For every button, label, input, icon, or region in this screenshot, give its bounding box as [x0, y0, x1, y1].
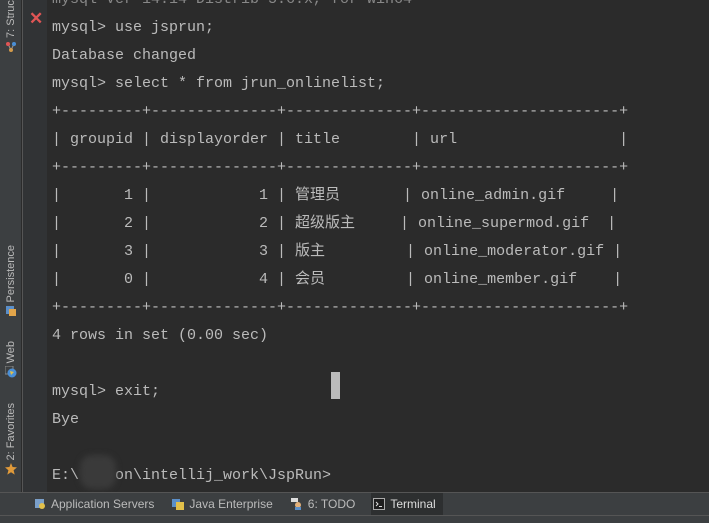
app-servers-icon — [35, 499, 45, 509]
tab-web[interactable]: Web — [0, 341, 21, 378]
star-icon — [4, 463, 17, 476]
tab-favorites[interactable]: 2: Favorites — [0, 403, 21, 476]
terminal-icon — [373, 498, 386, 510]
tab-structure[interactable]: 7: Structure — [0, 0, 21, 53]
web-icon — [4, 366, 16, 378]
java-enterprise-icon — [172, 499, 185, 510]
table-header-row: | groupid | displayorder | title | url | — [52, 131, 629, 148]
tab-persistence-label: Persistence — [4, 245, 17, 303]
close-session-icon[interactable]: ✕ — [29, 10, 43, 27]
tab-application-servers-label: Application Servers — [51, 497, 155, 511]
tab-todo[interactable]: 6: TODO — [289, 493, 363, 515]
tab-todo-label: 6: TODO — [307, 497, 356, 511]
tab-persistence[interactable]: Persistence — [0, 245, 21, 317]
tab-terminal[interactable]: Terminal — [371, 493, 443, 515]
table-border: +---------+--------------+--------------… — [52, 103, 629, 120]
terminal-gutter — [22, 0, 47, 492]
terminal-line: mysql> use jsprun; — [52, 19, 215, 36]
table-border: +---------+--------------+--------------… — [52, 299, 629, 316]
terminal-output[interactable]: mysql Ver 14.14 Distrib 5.6.x, for Win64… — [52, 0, 709, 490]
left-tool-window-bar: 7: Structure Persistence Web 2: Favorite… — [0, 0, 22, 492]
terminal-line: Database changed — [52, 47, 197, 64]
terminal-line: Bye — [52, 411, 80, 428]
terminal-line: mysql> select * from jrun_onlinelist; — [52, 75, 386, 92]
tab-java-enterprise-label: Java Enterprise — [189, 497, 273, 511]
table-border: +---------+--------------+--------------… — [52, 159, 629, 176]
structure-icon — [5, 42, 16, 52]
terminal-line: mysql> exit; — [52, 383, 161, 400]
todo-icon — [290, 498, 301, 510]
table-row: | 3 | 3 | 版主 | online_moderator.gif | — [52, 243, 623, 260]
redacted-area — [80, 455, 116, 489]
terminal-cursor — [331, 372, 340, 399]
terminal-line: 4 rows in set (0.00 sec) — [52, 327, 269, 344]
tab-web-label: Web — [4, 341, 17, 364]
bottom-tool-window-bar: Application Servers Java Enterprise 6: T… — [0, 492, 709, 515]
tab-java-enterprise[interactable]: Java Enterprise — [170, 493, 279, 515]
persistence-icon — [5, 306, 16, 317]
tab-application-servers[interactable]: Application Servers — [32, 493, 161, 515]
terminal-prompt[interactable]: E:\ on\intellij_work\JspRun> — [52, 462, 709, 490]
table-row: | 2 | 2 | 超级版主 | online_supermod.gif | — [52, 215, 617, 232]
tab-structure-label: 7: Structure — [4, 0, 17, 38]
tab-terminal-label: Terminal — [390, 497, 436, 511]
table-row: | 1 | 1 | 管理员 | online_admin.gif | — [52, 187, 620, 204]
terminal-line: mysql Ver 14.14 Distrib 5.6.x, for Win64 — [52, 0, 709, 14]
tab-favorites-label: 2: Favorites — [4, 403, 17, 461]
table-row: | 0 | 4 | 会员 | online_member.gif | — [52, 271, 623, 288]
